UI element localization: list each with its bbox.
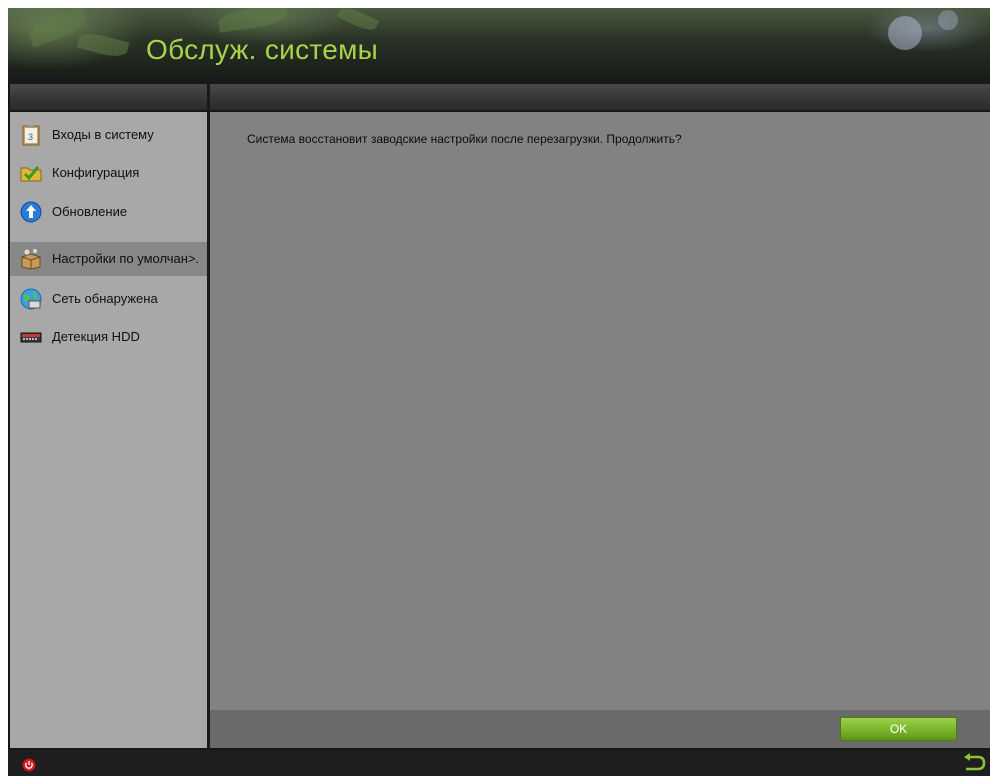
content-panel: Система восстановит заводские настройки … [210,112,990,710]
banner-leaf-decoration [76,29,130,61]
app-window: Обслуж. системы 3 Входы в систему Конфиг… [8,8,990,776]
content-header-bar [210,84,990,111]
banner-bokeh-decoration [888,16,922,50]
log-notepad-icon: 3 [22,125,40,146]
default-box-icon [21,248,41,270]
sidebar-item-label: Детекция HDD [52,329,140,344]
header-banner: Обслуж. системы [8,8,990,84]
page-title: Обслуж. системы [146,34,379,65]
banner-leaf-decoration [336,8,380,34]
upgrade-arrow-icon [20,201,42,223]
power-icon[interactable] [22,758,36,772]
hdd-icon [20,332,42,343]
banner-bokeh-decoration [938,10,958,30]
confirm-message: Система восстановит заводские настройки … [247,132,682,146]
sidebar-item-upgrade[interactable]: Обновление [10,195,207,229]
sidebar-item-label: Настройки по умолчан>. [52,251,200,266]
sidebar-header-bar [10,84,207,111]
status-bar [8,750,990,776]
sidebar-item-net-detect[interactable]: Сеть обнаружена [10,282,207,316]
sidebar-item-label: Сеть обнаружена [52,291,158,306]
banner-leaf-decoration [216,8,290,33]
sidebar-item-default[interactable]: Настройки по умолчан>. [10,242,207,276]
sidebar-item-hdd-detect[interactable]: Детекция HDD [10,320,207,354]
svg-text:3: 3 [28,132,33,142]
ok-button[interactable]: OK [840,717,957,741]
content-footer: OK [210,710,990,748]
sidebar-item-configuration[interactable]: Конфигурация [10,156,207,190]
network-globe-icon [20,288,42,310]
sidebar-item-label: Обновление [52,204,128,219]
folder-check-icon [20,166,42,182]
sidebar-item-log[interactable]: 3 Входы в систему [10,118,207,152]
back-arrow-icon[interactable] [958,753,986,773]
sidebar: 3 Входы в систему Конфигурация Обновлени… [10,112,207,748]
sidebar-item-label: Конфигурация [52,165,140,180]
sidebar-item-label: Входы в систему [52,127,154,142]
